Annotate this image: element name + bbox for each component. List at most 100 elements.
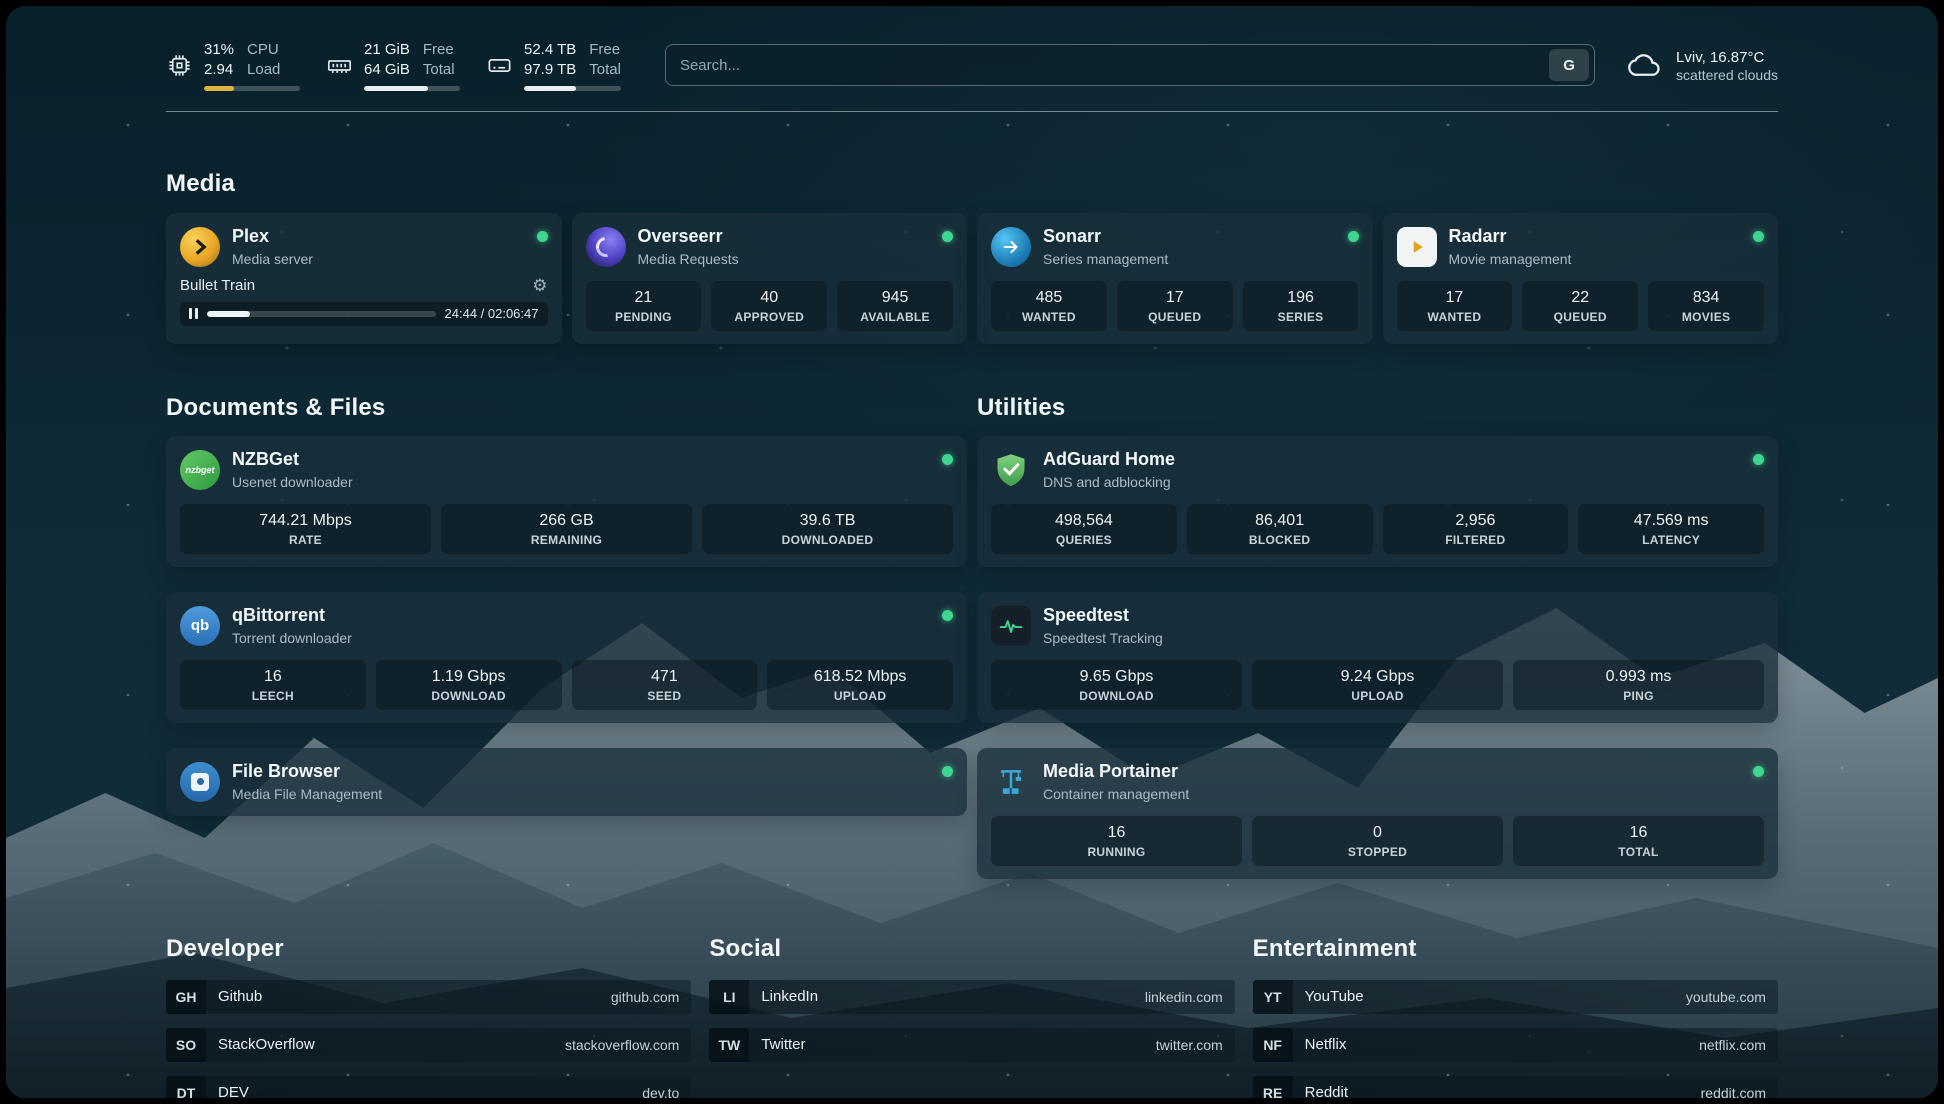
stat-queued: 17 QUEUED — [1117, 281, 1233, 331]
memory-total: 64 GiB — [364, 60, 410, 80]
service-card-plex[interactable]: Plex Media server Bullet Train ⚙ — [166, 213, 562, 344]
status-dot-online — [1753, 766, 1764, 777]
disk-free-label: Free — [589, 40, 621, 60]
service-card-qbittorrent[interactable]: qb qBittorrent Torrent downloader 16 — [166, 592, 967, 723]
search-engine-button[interactable]: G — [1549, 49, 1589, 81]
service-description: Media Requests — [638, 251, 739, 268]
stat-stopped: 0 STOPPED — [1252, 816, 1503, 866]
cloud-icon — [1627, 47, 1663, 83]
stat-upload: 9.24 Gbps UPLOAD — [1252, 660, 1503, 710]
bookmark-netflix[interactable]: NF Netflix netflix.com — [1253, 1028, 1778, 1062]
service-card-speedtest[interactable]: Speedtest Speedtest Tracking 9.65 Gbps D… — [977, 592, 1778, 723]
bookmark-abbr: TW — [709, 1028, 749, 1062]
adguard-icon — [991, 450, 1031, 490]
bookmark-youtube[interactable]: YT YouTube youtube.com — [1253, 980, 1778, 1014]
stat-queued: 22 QUEUED — [1522, 281, 1638, 331]
service-card-filebrowser[interactable]: File Browser Media File Management — [166, 748, 967, 816]
bookmark-reddit[interactable]: RE Reddit reddit.com — [1253, 1076, 1778, 1098]
search-input[interactable] — [680, 57, 1549, 74]
section-title-utilities: Utilities — [977, 394, 1778, 422]
service-name: Media Portainer — [1043, 761, 1189, 783]
gear-icon[interactable]: ⚙ — [532, 277, 547, 294]
cpu-icon — [166, 52, 193, 79]
bookmark-name: Twitter — [761, 1036, 805, 1053]
stat-running: 16 RUNNING — [991, 816, 1242, 866]
stat-download: 9.65 Gbps DOWNLOAD — [991, 660, 1242, 710]
disk-total-label: Total — [589, 60, 621, 80]
bookmark-abbr: LI — [709, 980, 749, 1014]
bookmark-name: YouTube — [1305, 988, 1364, 1005]
stat-queries: 498,564 QUERIES — [991, 504, 1177, 554]
service-card-radarr[interactable]: Radarr Movie management 17 WANTED 22 QUE… — [1383, 213, 1779, 344]
service-name: Radarr — [1449, 226, 1572, 248]
stat-filtered: 2,956 FILTERED — [1383, 504, 1569, 554]
bookmark-name: DEV — [218, 1084, 249, 1098]
stat-seed: 471 SEED — [572, 660, 758, 710]
stat-total: 16 TOTAL — [1513, 816, 1764, 866]
bookmark-name: LinkedIn — [761, 988, 818, 1005]
stat-wanted: 485 WANTED — [991, 281, 1107, 331]
service-card-overseerr[interactable]: Overseerr Media Requests 21 PENDING 40 A… — [572, 213, 968, 344]
cpu-load: 2.94 — [204, 60, 234, 80]
dashboard-screen: 31% 2.94 CPU Load — [6, 6, 1938, 1098]
playback-progress-track — [207, 311, 436, 317]
cpu-load-label: Load — [247, 60, 280, 80]
stat-remaining: 266 GB REMAINING — [441, 504, 692, 554]
service-description: Series management — [1043, 251, 1168, 268]
status-dot-online — [537, 231, 548, 242]
section-title-entertainment: Entertainment — [1253, 935, 1778, 963]
status-dot-online — [942, 454, 953, 465]
service-description: DNS and adblocking — [1043, 474, 1175, 491]
cpu-widget: 31% 2.94 CPU Load — [166, 40, 300, 91]
qbittorrent-icon: qb — [180, 606, 220, 646]
memory-usage-bar — [364, 86, 460, 91]
stat-ping: 0.993 ms PING — [1513, 660, 1764, 710]
service-card-sonarr[interactable]: Sonarr Series management 485 WANTED 17 Q… — [977, 213, 1373, 344]
bookmark-abbr: NF — [1253, 1028, 1293, 1062]
stat-available: 945 AVAILABLE — [837, 281, 953, 331]
stat-latency: 47.569 ms LATENCY — [1578, 504, 1764, 554]
bookmark-github[interactable]: GH Github github.com — [166, 980, 691, 1014]
bookmark-abbr: SO — [166, 1028, 206, 1062]
stat-approved: 40 APPROVED — [711, 281, 827, 331]
service-description: Media server — [232, 251, 313, 268]
stat-movies: 834 MOVIES — [1648, 281, 1764, 331]
bookmark-url: twitter.com — [1156, 1037, 1223, 1053]
bookmark-abbr: RE — [1253, 1076, 1293, 1098]
memory-total-label: Total — [423, 60, 455, 80]
service-name: AdGuard Home — [1043, 449, 1175, 471]
pause-icon[interactable] — [189, 308, 198, 319]
playback-time: 24:44 / 02:06:47 — [445, 306, 539, 321]
bookmark-stackoverflow[interactable]: SO StackOverflow stackoverflow.com — [166, 1028, 691, 1062]
service-card-nzbget[interactable]: nzbget NZBGet Usenet downloader 744.21 M… — [166, 436, 967, 567]
service-name: Plex — [232, 226, 313, 248]
bookmark-name: Reddit — [1305, 1084, 1348, 1098]
top-bar: 31% 2.94 CPU Load — [166, 6, 1778, 91]
disk-icon — [486, 52, 513, 79]
bookmark-url: reddit.com — [1701, 1085, 1766, 1098]
bookmark-url: linkedin.com — [1145, 989, 1223, 1005]
stat-leech: 16 LEECH — [180, 660, 366, 710]
bookmark-dev[interactable]: DT DEV dev.to — [166, 1076, 691, 1098]
disk-total: 97.9 TB — [524, 60, 576, 80]
bookmark-url: netflix.com — [1699, 1037, 1766, 1053]
service-description: Container management — [1043, 786, 1189, 803]
bookmark-group-developer: Developer GH Github github.com SO StackO… — [166, 935, 691, 1098]
service-name: File Browser — [232, 761, 382, 783]
service-description: Speedtest Tracking — [1043, 630, 1163, 647]
memory-icon — [326, 52, 353, 79]
service-card-adguard[interactable]: AdGuard Home DNS and adblocking 498,564 … — [977, 436, 1778, 567]
weather-location-temp: Lviv, 16.87°C — [1676, 48, 1778, 68]
bookmark-abbr: YT — [1253, 980, 1293, 1014]
bookmark-url: github.com — [611, 989, 679, 1005]
service-card-portainer[interactable]: Media Portainer Container management 16 … — [977, 748, 1778, 879]
bookmark-linkedin[interactable]: LI LinkedIn linkedin.com — [709, 980, 1234, 1014]
status-dot-online — [942, 766, 953, 777]
bookmark-name: StackOverflow — [218, 1036, 315, 1053]
portainer-icon — [991, 762, 1031, 802]
service-name: Overseerr — [638, 226, 739, 248]
bookmark-url: stackoverflow.com — [565, 1037, 679, 1053]
bookmark-twitter[interactable]: TW Twitter twitter.com — [709, 1028, 1234, 1062]
bookmark-url: dev.to — [642, 1085, 679, 1098]
bookmark-name: Netflix — [1305, 1036, 1347, 1053]
